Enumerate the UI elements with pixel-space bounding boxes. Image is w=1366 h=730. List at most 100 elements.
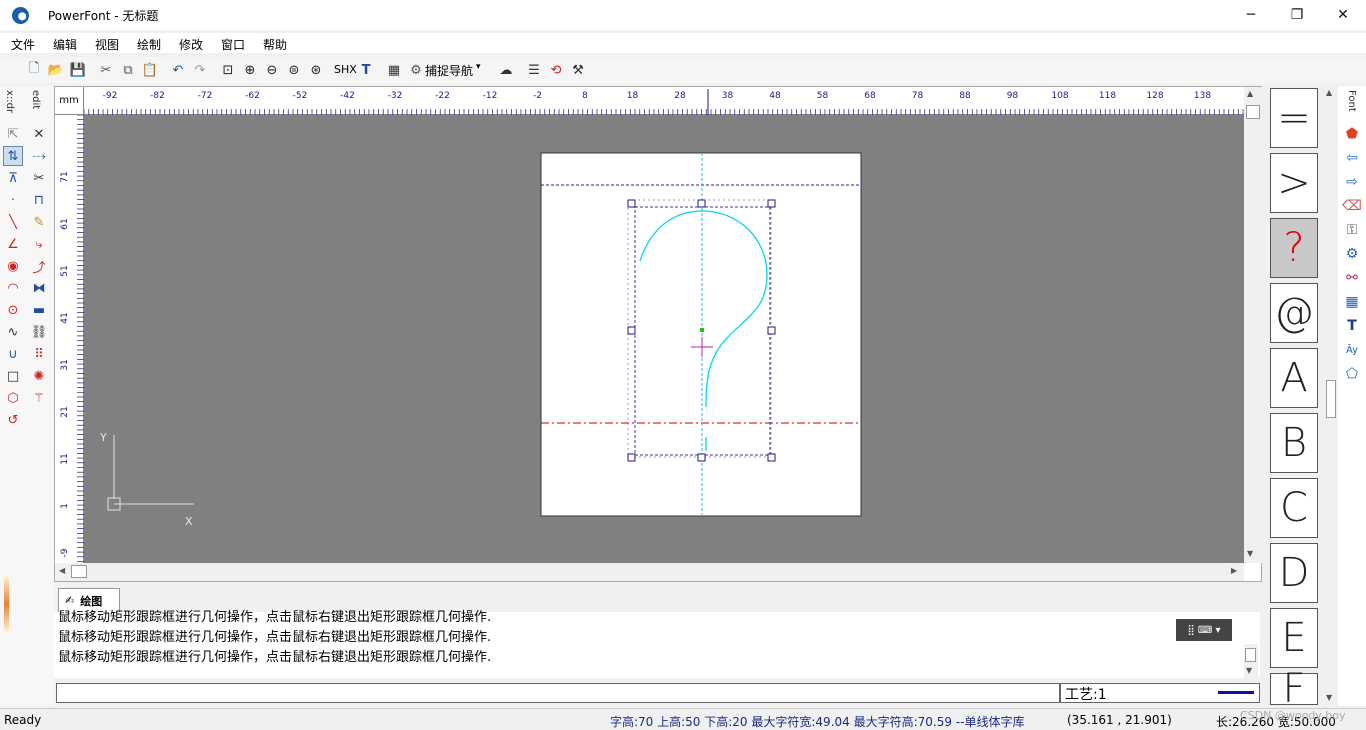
trim-icon[interactable]: ✕: [29, 124, 49, 144]
extend-icon[interactable]: ⤏: [29, 146, 49, 166]
zoom-extents-icon[interactable]: ⊛: [306, 60, 326, 80]
drawing-canvas[interactable]: Y X: [84, 115, 1244, 563]
circle-icon[interactable]: ◉: [3, 256, 23, 276]
menu-modify[interactable]: 修改: [179, 36, 203, 53]
redo-icon[interactable]: ↷: [190, 60, 210, 80]
panel-tab-edit[interactable]: edit: [30, 90, 41, 109]
zoom-window-icon[interactable]: ⊡: [218, 60, 238, 80]
log-scrollbar[interactable]: ▼: [1244, 644, 1258, 678]
chamfer-icon[interactable]: ⤴: [29, 256, 49, 276]
tools-icon[interactable]: ⚒: [568, 60, 588, 80]
spline-icon[interactable]: ∿: [3, 322, 23, 342]
shx-button[interactable]: SHX: [334, 63, 357, 76]
glyph-list-scrollbar[interactable]: ▲ ▼: [1324, 86, 1338, 706]
curve-icon[interactable]: ∪: [3, 344, 23, 364]
ruler-tick-label: 8: [582, 91, 588, 101]
circle-center-icon[interactable]: ⊙: [3, 300, 23, 320]
new-icon[interactable]: 🗋: [24, 60, 44, 80]
gear-outline-icon[interactable]: ✺: [29, 366, 49, 386]
mirror-icon[interactable]: ⧓: [29, 278, 49, 298]
open-icon[interactable]: 📂: [46, 60, 66, 80]
glyph-cell-0[interactable]: =: [1270, 88, 1318, 148]
keyboard-icon[interactable]: ⣿ ⌨ ▾: [1176, 619, 1232, 641]
select-icon[interactable]: ⇱: [3, 124, 23, 144]
save-icon[interactable]: 💾: [68, 60, 88, 80]
arrow-right-icon[interactable]: ⇨: [1342, 172, 1362, 192]
table-icon[interactable]: ▦: [1342, 292, 1362, 312]
glyph-cell-1[interactable]: >: [1270, 153, 1318, 213]
menu-window[interactable]: 窗口: [221, 36, 245, 53]
zoom-in-icon[interactable]: ⊕: [240, 60, 260, 80]
scissors-icon[interactable]: ✂: [29, 168, 49, 188]
glyph-cell-8[interactable]: E: [1270, 608, 1318, 668]
menu-draw[interactable]: 绘制: [137, 36, 161, 53]
line-icon[interactable]: ╲: [3, 212, 23, 232]
glyph-cell-6[interactable]: C: [1270, 478, 1318, 538]
ruler-tick-label: 31: [60, 359, 70, 370]
key-icon[interactable]: ⚿: [1342, 220, 1362, 240]
paste-icon[interactable]: 📋: [140, 60, 160, 80]
link-icon[interactable]: ⛓: [29, 322, 49, 342]
text-icon[interactable]: T: [1342, 316, 1362, 336]
glyph-cell-9[interactable]: F: [1270, 666, 1318, 712]
menu-file[interactable]: 文件: [11, 36, 35, 53]
bone-icon[interactable]: ⚯: [1342, 268, 1362, 288]
handle-bc: [697, 453, 706, 462]
properties-icon[interactable]: ☰: [524, 60, 544, 80]
minimize-button[interactable]: ─: [1228, 0, 1274, 30]
ucs-axis-icon: [107, 435, 194, 511]
arc-icon[interactable]: ◠: [3, 278, 23, 298]
fillet-icon[interactable]: ⤷: [29, 234, 49, 254]
canvas-horizontal-scrollbar[interactable]: ◀ ▶: [55, 563, 1244, 581]
panel-tab-draw[interactable]: x::dr: [4, 90, 15, 113]
font-metrics-icon[interactable]: Āy: [1342, 340, 1362, 360]
gear-icon[interactable]: ⚙: [406, 60, 426, 80]
move-icon[interactable]: ⇅: [3, 146, 23, 166]
magic-wand-icon[interactable]: ⚚: [29, 388, 49, 408]
grid-icon[interactable]: ▦: [384, 60, 404, 80]
zoom-all-icon[interactable]: ⊜: [284, 60, 304, 80]
polyline-icon[interactable]: ∠: [3, 234, 23, 254]
eraser-icon[interactable]: ✎: [29, 212, 49, 232]
close-button[interactable]: ✕: [1320, 0, 1366, 30]
measure-icon[interactable]: ⟲: [546, 60, 566, 80]
array-icon[interactable]: ⠿: [29, 344, 49, 364]
cloud-icon[interactable]: ☁: [496, 60, 516, 80]
glyph-cell-5[interactable]: B: [1270, 413, 1318, 473]
offset-icon[interactable]: ⊓: [29, 190, 49, 210]
panel-tab-font[interactable]: Font: [1346, 90, 1357, 112]
snap-nav-button[interactable]: 捕捉导航: [425, 62, 473, 79]
glyph-cell-2[interactable]: ?: [1270, 218, 1318, 278]
node-edit-icon[interactable]: ⊼: [3, 168, 23, 188]
restore-button[interactable]: ❐: [1274, 0, 1320, 30]
panel-splitter[interactable]: [4, 576, 9, 632]
undo-icon[interactable]: ↶: [168, 60, 188, 80]
canvas-vertical-scrollbar[interactable]: ▲ ▼: [1244, 87, 1262, 563]
status-bar: Ready 字高:70 上高:50 下高:20 最大字符宽:49.04 最大字符…: [0, 708, 1366, 730]
settings-icon[interactable]: ⚙: [1342, 244, 1362, 264]
html5-icon[interactable]: ⬟: [1342, 124, 1362, 144]
chevron-down-icon[interactable]: ▾: [476, 62, 481, 72]
zoom-out-icon[interactable]: ⊖: [262, 60, 282, 80]
ruler-tick-label: 98: [1007, 91, 1019, 101]
ruler-tick-label: -42: [340, 91, 355, 101]
menu-edit[interactable]: 编辑: [53, 36, 77, 53]
cut-icon[interactable]: ✂: [96, 60, 116, 80]
polygon-icon[interactable]: ⬡: [3, 388, 23, 408]
point-icon[interactable]: ·: [3, 190, 23, 210]
rectangle-icon[interactable]: □: [3, 366, 23, 386]
copy-icon[interactable]: ⧉: [118, 60, 138, 80]
ruler-tick-label: 71: [60, 171, 70, 182]
glyph-cell-7[interactable]: D: [1270, 543, 1318, 603]
align-icon[interactable]: ▬: [29, 300, 49, 320]
command-input[interactable]: [56, 683, 1060, 703]
menu-view[interactable]: 视图: [95, 36, 119, 53]
eraser-tool-icon[interactable]: ⌫: [1342, 196, 1362, 216]
menu-help[interactable]: 帮助: [263, 36, 287, 53]
glyph-cell-4[interactable]: A: [1270, 348, 1318, 408]
arrow-left-icon[interactable]: ⇦: [1342, 148, 1362, 168]
truetype-icon[interactable]: T: [356, 60, 376, 80]
pentagon-icon[interactable]: ⬠: [1342, 364, 1362, 384]
ellipse-arc-icon[interactable]: ↺: [3, 410, 23, 430]
glyph-cell-3[interactable]: @: [1270, 283, 1318, 343]
